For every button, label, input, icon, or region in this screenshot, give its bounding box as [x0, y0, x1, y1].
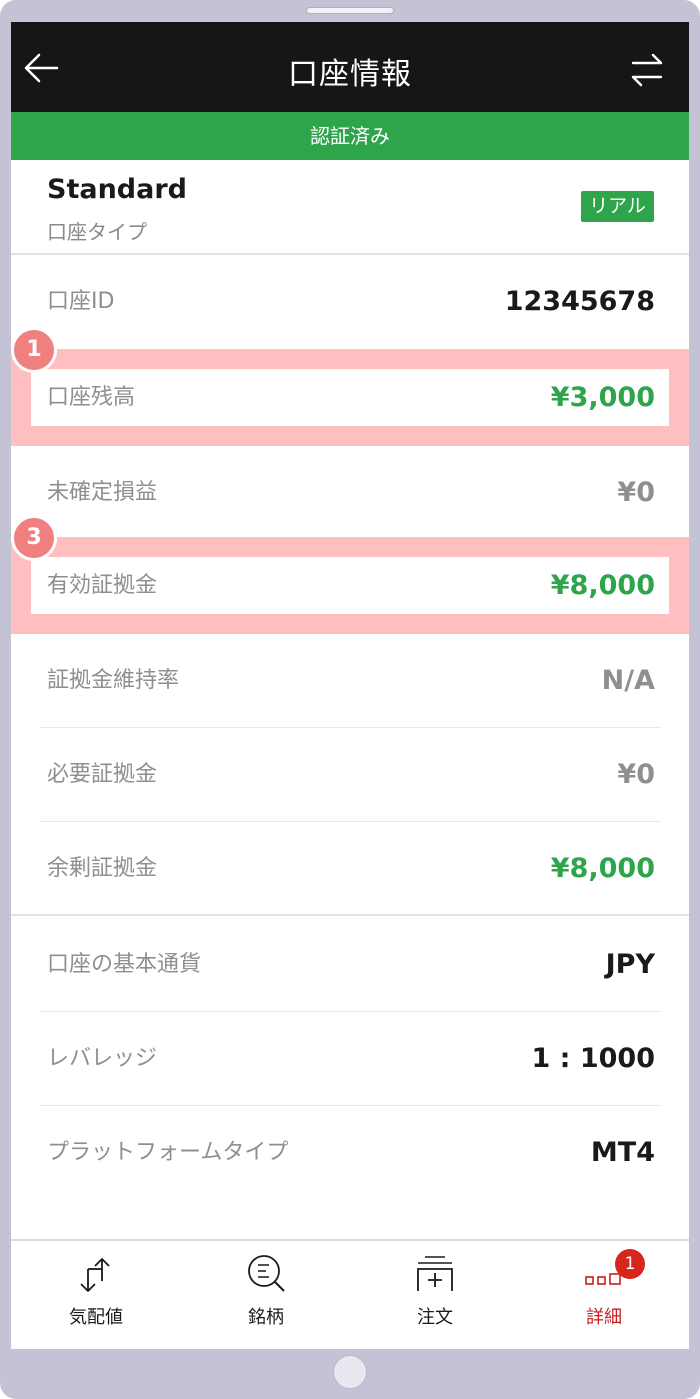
- tab-details[interactable]: 1 詳細: [519, 1241, 689, 1349]
- section-divider: [11, 914, 689, 916]
- account-id-label: 口座ID: [47, 289, 115, 314]
- equity-label: 有効証拠金: [47, 573, 158, 598]
- leverage-label: レバレッジ: [47, 1046, 158, 1071]
- app-screen: 口座情報 認証済み Standard 口座タイプ リアル 口座ID 123456…: [11, 22, 689, 1349]
- platform-value: MT4: [590, 1137, 655, 1168]
- tab-order-label: 注文: [417, 1307, 453, 1328]
- free-margin-label: 余剰証拠金: [47, 856, 158, 881]
- account-id-value: 12345678: [504, 286, 655, 317]
- equity-row: 有効証拠金 ¥8,000: [11, 537, 689, 634]
- account-id-row: 口座ID 12345678: [11, 255, 689, 349]
- annotation-marker-1: 1: [11, 327, 57, 373]
- search-list-icon: [248, 1255, 285, 1292]
- base-currency-value: JPY: [605, 949, 655, 980]
- platform-label: プラットフォームタイプ: [47, 1140, 289, 1165]
- balance-row: 口座残高 ¥3,000: [11, 349, 689, 446]
- required-margin-value: ¥0: [617, 759, 655, 790]
- required-margin-row: 必要証拠金 ¥0: [11, 728, 689, 822]
- swap-account-icon[interactable]: [629, 52, 665, 88]
- verified-banner: 認証済み: [11, 112, 689, 160]
- account-type-label: 口座タイプ: [47, 220, 147, 244]
- home-button[interactable]: [333, 1355, 367, 1389]
- page-title: 口座情報: [288, 57, 412, 92]
- bottom-tab-bar: 気配値 銘柄 注文 1 詳細: [11, 1239, 689, 1349]
- phone-speaker: [306, 7, 394, 14]
- phone-frame: 口座情報 認証済み Standard 口座タイプ リアル 口座ID 123456…: [0, 0, 700, 1399]
- margin-level-row: 証拠金維持率 N/A: [11, 634, 689, 728]
- app-header: 口座情報: [11, 22, 689, 112]
- base-currency-label: 口座の基本通貨: [47, 952, 202, 977]
- equity-row-inner: 有効証拠金 ¥8,000: [31, 557, 669, 614]
- notification-badge: 1: [615, 1249, 645, 1279]
- account-type-name: Standard: [47, 174, 187, 205]
- tab-quotes-label: 気配値: [69, 1307, 123, 1328]
- tab-symbols[interactable]: 銘柄: [181, 1241, 351, 1349]
- required-margin-label: 必要証拠金: [47, 762, 158, 787]
- real-account-badge: リアル: [581, 191, 654, 222]
- tab-details-label: 詳細: [586, 1307, 622, 1328]
- tab-quotes[interactable]: 気配値: [11, 1241, 181, 1349]
- margin-level-value: N/A: [601, 665, 655, 696]
- balance-value: ¥3,000: [550, 382, 655, 413]
- new-order-icon: [417, 1256, 453, 1291]
- unrealized-pl-row: 未確定損益 ¥0: [11, 446, 689, 540]
- quotes-arrows-icon: [80, 1258, 110, 1292]
- balance-row-inner: 口座残高 ¥3,000: [31, 369, 669, 426]
- tab-symbols-label: 銘柄: [248, 1307, 284, 1328]
- leverage-value: 1 : 1000: [531, 1043, 655, 1074]
- base-currency-row: 口座の基本通貨 JPY: [11, 918, 689, 1012]
- unrealized-pl-label: 未確定損益: [47, 480, 158, 505]
- unrealized-pl-value: ¥0: [617, 477, 655, 508]
- free-margin-row: 余剰証拠金 ¥8,000: [11, 822, 689, 916]
- annotation-marker-3: 3: [11, 515, 57, 561]
- balance-label: 口座残高: [47, 385, 136, 410]
- free-margin-value: ¥8,000: [550, 853, 655, 884]
- tab-order[interactable]: 注文: [350, 1241, 520, 1349]
- account-type-section: Standard 口座タイプ リアル: [11, 160, 689, 255]
- platform-row: プラットフォームタイプ MT4: [11, 1106, 689, 1200]
- margin-level-label: 証拠金維持率: [47, 668, 180, 693]
- leverage-row: レバレッジ 1 : 1000: [11, 1012, 689, 1106]
- equity-value: ¥8,000: [550, 570, 655, 601]
